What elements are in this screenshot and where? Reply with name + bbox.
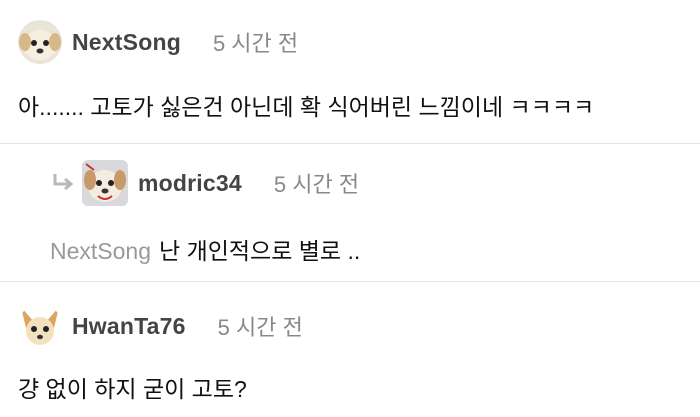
comment-text: 걍 없이 하지 굳이 고토? <box>18 376 247 402</box>
reply-mention[interactable]: NextSong <box>50 238 151 264</box>
comment-username[interactable]: modric34 <box>138 170 242 197</box>
comment-text: 아....... 고토가 싫은건 아닌데 확 식어버린 느낌이네 ㅋㅋㅋㅋ <box>18 94 595 120</box>
comment-timestamp: 5 시간 전 <box>212 31 299 56</box>
comment-text: NextSong 난 개인적으로 별로 .. <box>50 232 360 266</box>
chihuahua-avatar-icon[interactable] <box>18 304 62 348</box>
comment-text-content: 난 개인적으로 별로 .. <box>159 238 361 264</box>
comment-username[interactable]: HwanTa76 <box>72 313 186 340</box>
comment-header: NextSong 5 시간 전 <box>18 20 299 64</box>
comment-username[interactable]: NextSong <box>72 29 181 56</box>
comment-timestamp: 5 시간 전 <box>273 172 360 197</box>
comment-header: modric34 5 시간 전 <box>50 160 360 206</box>
reply-comment-item: modric34 5 시간 전 NextSong 난 개인적으로 별로 .. <box>0 143 700 282</box>
reply-arrow-icon <box>50 170 76 196</box>
comment-header: HwanTa76 5 시간 전 <box>18 304 303 348</box>
comment-item: HwanTa76 5 시간 전 걍 없이 하지 굳이 고토? <box>0 281 700 417</box>
comment-timestamp: 5 시간 전 <box>217 315 303 340</box>
puppy-avatar-icon[interactable] <box>18 20 62 64</box>
comment-item: NextSong 5 시간 전 아....... 고토가 싫은건 아닌데 확 식… <box>0 0 700 143</box>
dog-avatar-icon[interactable] <box>82 160 128 206</box>
